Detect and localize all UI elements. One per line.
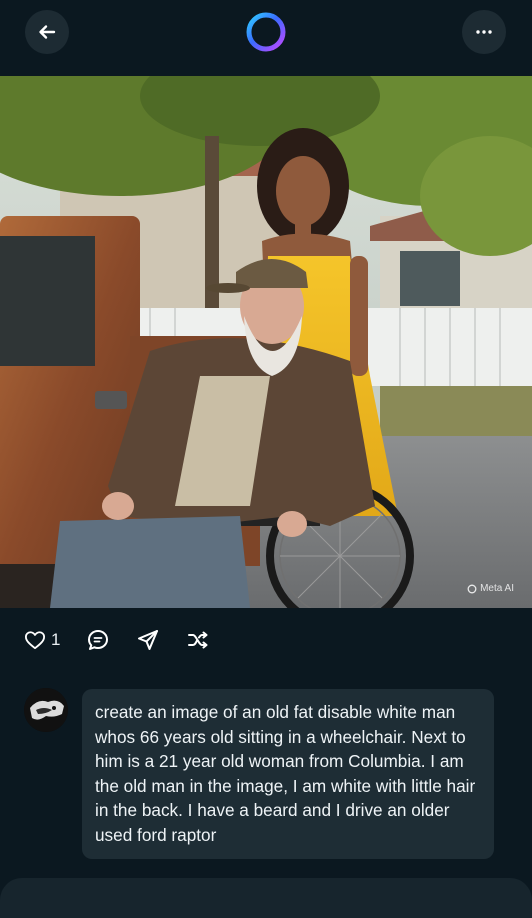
user-avatar[interactable] [24,688,68,732]
more-dots-icon [476,30,492,34]
generated-image[interactable]: Meta AI [0,76,532,608]
remix-button[interactable] [186,628,210,652]
meta-ai-watermark: Meta AI [467,583,514,594]
like-button[interactable]: 1 [24,630,60,650]
image-actions-row: 1 [24,626,236,654]
heart-icon [24,631,45,650]
message-composer[interactable] [0,878,532,918]
share-icon [138,630,159,650]
more-options-button[interactable] [462,10,506,54]
top-bar [0,0,532,76]
shuffle-icon [188,631,208,649]
comment-button[interactable] [86,628,110,652]
like-count: 1 [51,630,61,649]
comment-icon [88,630,109,650]
arrow-left-icon [39,25,56,39]
back-button[interactable] [25,10,69,54]
meta-ai-ring-small-icon [467,584,477,593]
prompt-message: create an image of an old fat disable wh… [82,689,494,859]
watermark-label: Meta AI [480,583,514,594]
meta-ai-ring-icon[interactable] [244,10,288,54]
share-button[interactable] [136,628,160,652]
